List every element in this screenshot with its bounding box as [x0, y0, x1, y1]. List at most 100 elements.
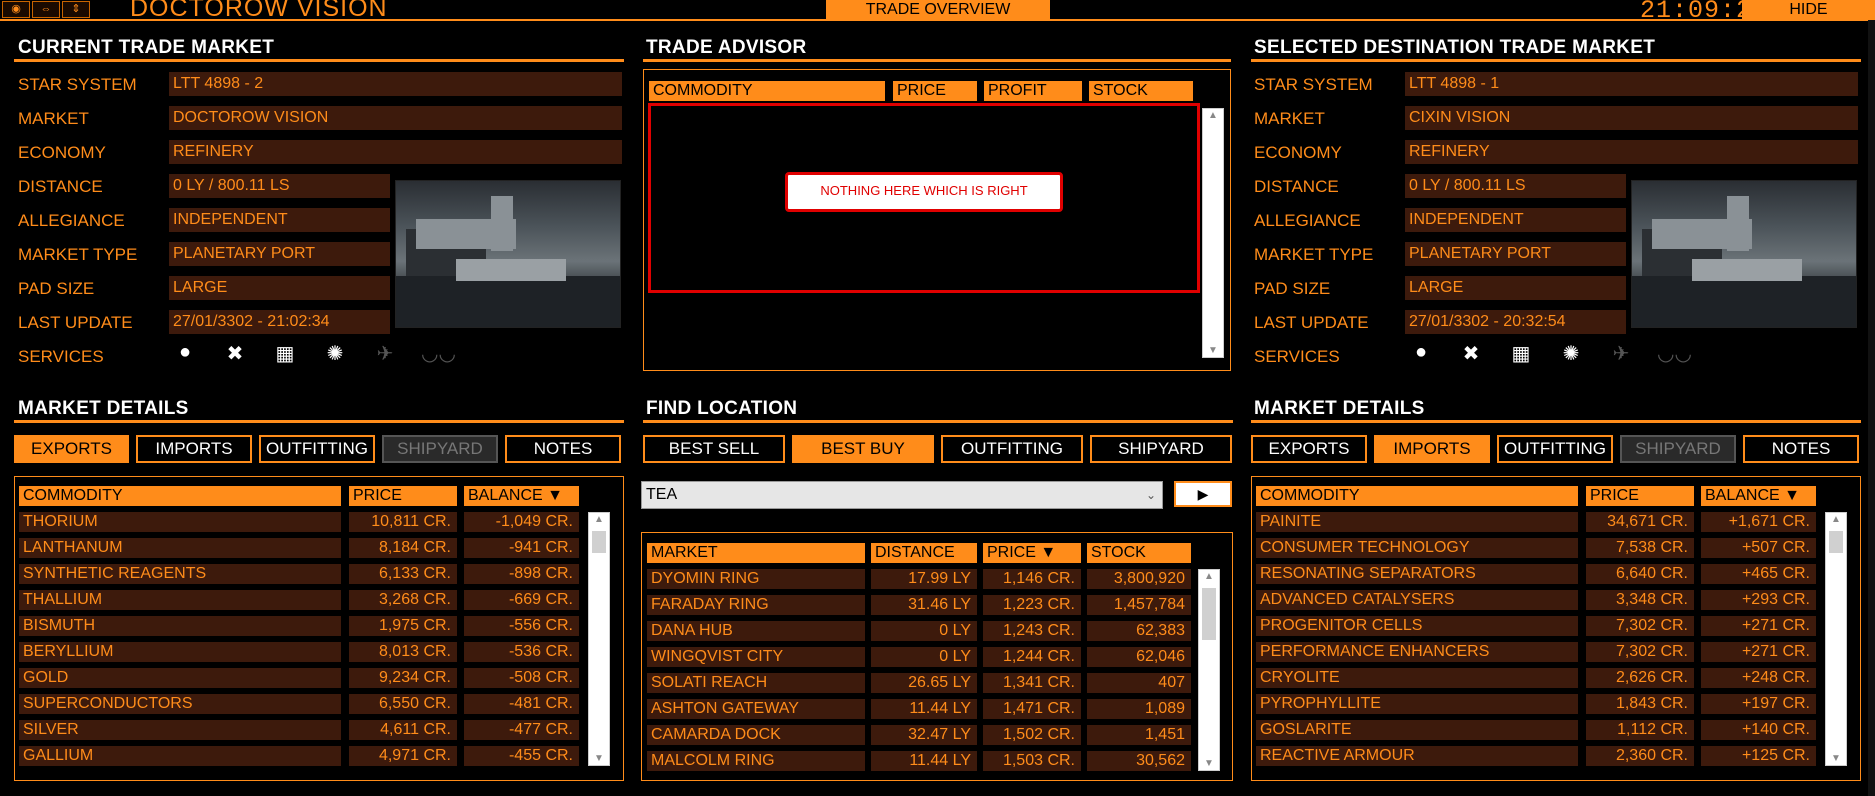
scroll-thumb[interactable] — [592, 531, 606, 553]
commodity-cell[interactable]: THORIUM — [19, 512, 341, 532]
advisor-col-commodity[interactable]: COMMODITY — [649, 81, 885, 101]
market-cell[interactable]: ASHTON GATEWAY — [647, 699, 865, 719]
tab-imports[interactable]: IMPORTS — [136, 435, 252, 463]
commodity-cell[interactable]: ADVANCED CATALYSERS — [1256, 590, 1578, 610]
field-label: ECONOMY — [1254, 143, 1342, 162]
balance-cell: +125 CR. — [1701, 746, 1816, 766]
eye-icon[interactable]: ◉ — [2, 1, 30, 18]
tab-outfitting[interactable]: OUTFITTING — [941, 435, 1083, 463]
advisor-col-stock[interactable]: STOCK — [1089, 81, 1193, 101]
commodity-cell[interactable]: SILVER — [19, 720, 341, 740]
scroll-down-icon[interactable]: ▼ — [1826, 753, 1846, 764]
commodity-cell[interactable]: BERYLLIUM — [19, 642, 341, 662]
column-header[interactable]: PRICE — [349, 486, 457, 506]
glasses-icon: ◡◡ — [421, 343, 456, 365]
commodity-cell[interactable]: PROGENITOR CELLS — [1256, 616, 1578, 636]
table-scrollbar[interactable]: ▲ ▼ — [1198, 569, 1220, 771]
scroll-down-icon[interactable]: ▼ — [589, 753, 609, 764]
column-header[interactable]: MARKET — [647, 543, 865, 563]
balance-cell: -669 CR. — [464, 590, 579, 610]
column-header[interactable]: PRICE — [1586, 486, 1694, 506]
commodity-cell[interactable]: PERFORMANCE ENHANCERS — [1256, 642, 1578, 662]
resize-horizontal-icon[interactable]: ⇔ — [32, 1, 60, 18]
column-header[interactable]: BALANCE ▼ — [464, 486, 579, 506]
column-header[interactable]: COMMODITY — [19, 486, 341, 506]
commodity-cell[interactable]: THALLIUM — [19, 590, 341, 610]
tab-best-sell[interactable]: BEST SELL — [643, 435, 785, 463]
price-cell: 3,348 CR. — [1586, 590, 1694, 610]
commodity-cell[interactable]: CONSUMER TECHNOLOGY — [1256, 538, 1578, 558]
column-header[interactable]: DISTANCE — [871, 543, 977, 563]
commodity-cell[interactable]: CRYOLITE — [1256, 668, 1578, 688]
market-cell[interactable]: CAMARDA DOCK — [647, 725, 865, 745]
tab-outfitting[interactable]: OUTFITTING — [259, 435, 375, 463]
commodity-cell[interactable]: SUPERCONDUCTORS — [19, 694, 341, 714]
tab-exports[interactable]: EXPORTS — [1251, 435, 1367, 463]
tab-shipyard[interactable]: SHIPYARD — [1090, 435, 1232, 463]
scroll-down-icon[interactable]: ▼ — [1203, 345, 1223, 356]
market-icon: ▦ — [1511, 343, 1531, 365]
glasses-icon: ◡◡ — [1657, 343, 1692, 365]
tab-outfitting[interactable]: OUTFITTING — [1497, 435, 1613, 463]
scroll-down-icon[interactable]: ▼ — [1199, 758, 1219, 769]
trade-overview-button[interactable]: TRADE OVERVIEW — [826, 0, 1050, 19]
scroll-thumb[interactable] — [1829, 531, 1843, 553]
market-cell[interactable]: DYOMIN RING — [647, 569, 865, 589]
commodity-cell[interactable]: PYROPHYLLITE — [1256, 694, 1578, 714]
tab-notes[interactable]: NOTES — [505, 435, 621, 463]
advisor-col-price[interactable]: PRICE — [893, 81, 977, 101]
commodity-select[interactable]: TEA ⌄ — [641, 481, 1163, 509]
price-cell: 6,133 CR. — [349, 564, 457, 584]
field-label: LAST UPDATE — [1254, 313, 1369, 332]
tab-best-buy[interactable]: BEST BUY — [792, 435, 934, 463]
tab-notes[interactable]: NOTES — [1743, 435, 1859, 463]
scroll-up-icon[interactable]: ▲ — [1203, 110, 1223, 121]
field-value: LARGE — [169, 276, 390, 300]
commodity-cell[interactable]: REACTIVE ARMOUR — [1256, 746, 1578, 766]
tab-imports[interactable]: IMPORTS — [1374, 435, 1490, 463]
price-cell: 6,640 CR. — [1586, 564, 1694, 584]
section-divider — [14, 59, 624, 62]
column-header[interactable]: BALANCE ▼ — [1701, 486, 1816, 506]
balance-cell: -481 CR. — [464, 694, 579, 714]
commodity-select-value: TEA — [646, 486, 678, 503]
commodity-cell[interactable]: SYNTHETIC REAGENTS — [19, 564, 341, 584]
commodity-cell[interactable]: GOSLARITE — [1256, 720, 1578, 740]
resize-vertical-icon[interactable]: ⇕ — [62, 1, 90, 18]
market-cell[interactable]: DANA HUB — [647, 621, 865, 641]
column-header[interactable]: PRICE ▼ — [983, 543, 1081, 563]
commodity-cell[interactable]: PAINITE — [1256, 512, 1578, 532]
price-cell: 34,671 CR. — [1586, 512, 1694, 532]
commodity-cell[interactable]: BISMUTH — [19, 616, 341, 636]
tab-exports[interactable]: EXPORTS — [14, 435, 129, 463]
stock-cell: 62,383 — [1087, 621, 1191, 641]
commodity-cell[interactable]: LANTHANUM — [19, 538, 341, 558]
tools-icon: ✖ — [226, 343, 244, 365]
field-label: MARKET TYPE — [1254, 245, 1374, 264]
market-cell[interactable]: SOLATI REACH — [647, 673, 865, 693]
field-label: MARKET — [1254, 109, 1325, 128]
scroll-up-icon[interactable]: ▲ — [1199, 571, 1219, 582]
field-value: 0 LY / 800.11 LS — [169, 174, 390, 198]
column-header[interactable]: STOCK — [1087, 543, 1191, 563]
market-cell[interactable]: WINGQVIST CITY — [647, 647, 865, 667]
hide-button[interactable]: HIDE — [1742, 0, 1875, 19]
scroll-thumb[interactable] — [1202, 588, 1216, 640]
scroll-up-icon[interactable]: ▲ — [589, 514, 609, 525]
balance-cell: +507 CR. — [1701, 538, 1816, 558]
balance-cell: -477 CR. — [464, 720, 579, 740]
scroll-up-icon[interactable]: ▲ — [1826, 514, 1846, 525]
table-scrollbar[interactable]: ▲ ▼ — [1825, 512, 1847, 766]
balance-cell: -898 CR. — [464, 564, 579, 584]
column-header[interactable]: COMMODITY — [1256, 486, 1578, 506]
advisor-scrollbar[interactable]: ▲ ▼ — [1202, 108, 1224, 358]
advisor-col-profit[interactable]: PROFIT — [984, 81, 1082, 101]
commodity-cell[interactable]: RESONATING SEPARATORS — [1256, 564, 1578, 584]
market-cell[interactable]: MALCOLM RING — [647, 751, 865, 771]
chevron-down-icon: ⌄ — [1145, 488, 1156, 502]
commodity-cell[interactable]: GALLIUM — [19, 746, 341, 766]
commodity-cell[interactable]: GOLD — [19, 668, 341, 688]
table-scrollbar[interactable]: ▲ ▼ — [588, 512, 610, 766]
search-go-button[interactable]: ▶ — [1174, 481, 1232, 507]
market-cell[interactable]: FARADAY RING — [647, 595, 865, 615]
